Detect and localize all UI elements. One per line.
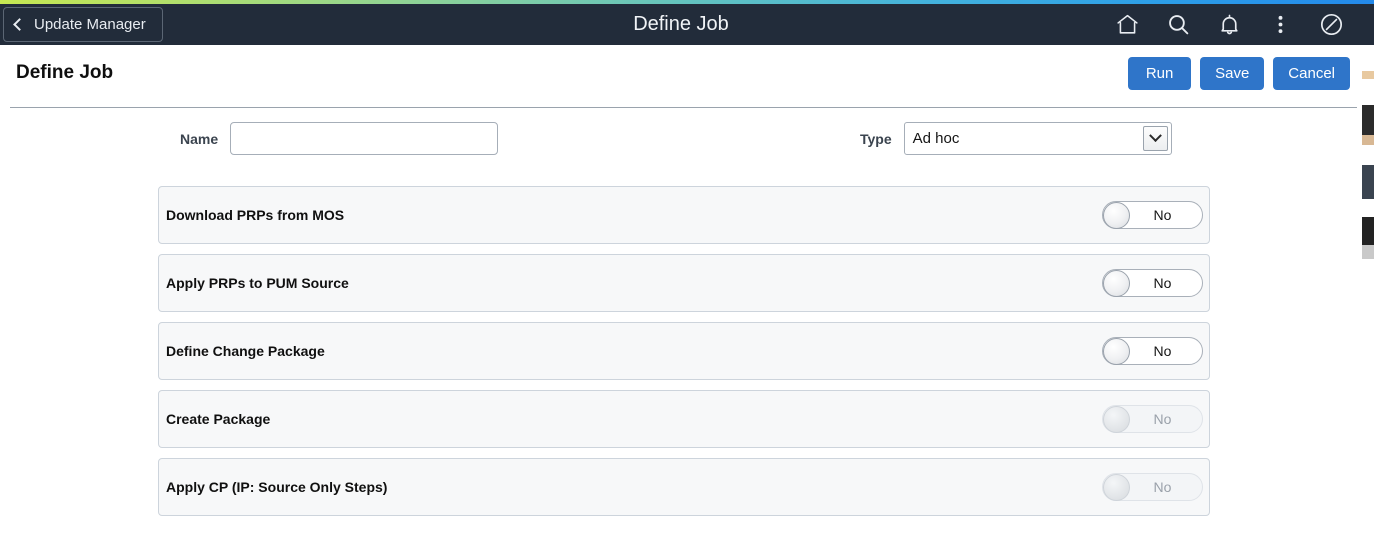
- type-label: Type: [860, 130, 892, 147]
- name-input[interactable]: [230, 122, 499, 155]
- back-to-update-manager-button[interactable]: Update Manager: [3, 7, 163, 42]
- step-toggle[interactable]: No: [1102, 337, 1203, 365]
- step-list: Download PRPs from MOS No Apply PRPs to …: [158, 186, 1210, 526]
- table-row: Download PRPs from MOS No: [158, 186, 1210, 244]
- table-row: Create Package No: [158, 390, 1210, 448]
- page-title-row: Define Job Run Save Cancel: [0, 45, 1362, 101]
- page-title: Define Job: [16, 62, 114, 83]
- type-field-group: Type Ad hoc: [860, 122, 1172, 155]
- background-window-sliver: [1362, 0, 1374, 544]
- back-button-label: Update Manager: [34, 16, 146, 33]
- step-label: Create Package: [166, 411, 271, 427]
- step-label: Define Change Package: [166, 343, 325, 359]
- table-row: Define Change Package No: [158, 322, 1210, 380]
- cancel-button[interactable]: Cancel: [1273, 56, 1350, 90]
- bell-icon[interactable]: [1215, 11, 1243, 39]
- run-button[interactable]: Run: [1128, 56, 1192, 90]
- chevron-down-icon[interactable]: [1142, 126, 1168, 151]
- step-toggle-disabled: No: [1102, 473, 1203, 501]
- toggle-knob: [1103, 473, 1130, 501]
- step-label: Apply CP (IP: Source Only Steps): [166, 479, 388, 495]
- step-toggle[interactable]: No: [1102, 201, 1203, 229]
- vertical-dots-icon[interactable]: [1266, 11, 1294, 39]
- step-label: Apply PRPs to PUM Source: [166, 275, 349, 291]
- table-row: Apply CP (IP: Source Only Steps) No: [158, 458, 1210, 516]
- save-button[interactable]: Save: [1200, 56, 1265, 90]
- home-icon[interactable]: [1113, 11, 1141, 39]
- circle-slash-icon[interactable]: [1317, 11, 1345, 39]
- step-toggle-disabled: No: [1102, 405, 1203, 433]
- action-button-group: Run Save Cancel: [1128, 56, 1362, 90]
- header-divider: [10, 107, 1357, 108]
- search-icon[interactable]: [1164, 11, 1192, 39]
- header-icon-group: [1113, 11, 1362, 39]
- table-row: Apply PRPs to PUM Source No: [158, 254, 1210, 312]
- toggle-knob: [1103, 405, 1130, 433]
- type-select-value: Ad hoc: [912, 130, 960, 147]
- chevron-left-icon: [13, 18, 26, 31]
- type-select[interactable]: Ad hoc: [903, 122, 1172, 155]
- toggle-knob: [1103, 269, 1130, 297]
- name-label: Name: [180, 130, 219, 147]
- step-toggle[interactable]: No: [1102, 269, 1203, 297]
- define-job-page: Update Manager Define Job Define Job Run…: [0, 0, 1374, 544]
- name-field-group: Name: [180, 122, 499, 155]
- header-gradient-strip: [0, 0, 1374, 4]
- step-label: Download PRPs from MOS: [166, 207, 345, 223]
- toggle-knob: [1103, 337, 1130, 365]
- form-row: Name Type Ad hoc: [0, 122, 1362, 160]
- toggle-knob: [1103, 201, 1130, 229]
- app-header: Update Manager Define Job: [0, 4, 1362, 45]
